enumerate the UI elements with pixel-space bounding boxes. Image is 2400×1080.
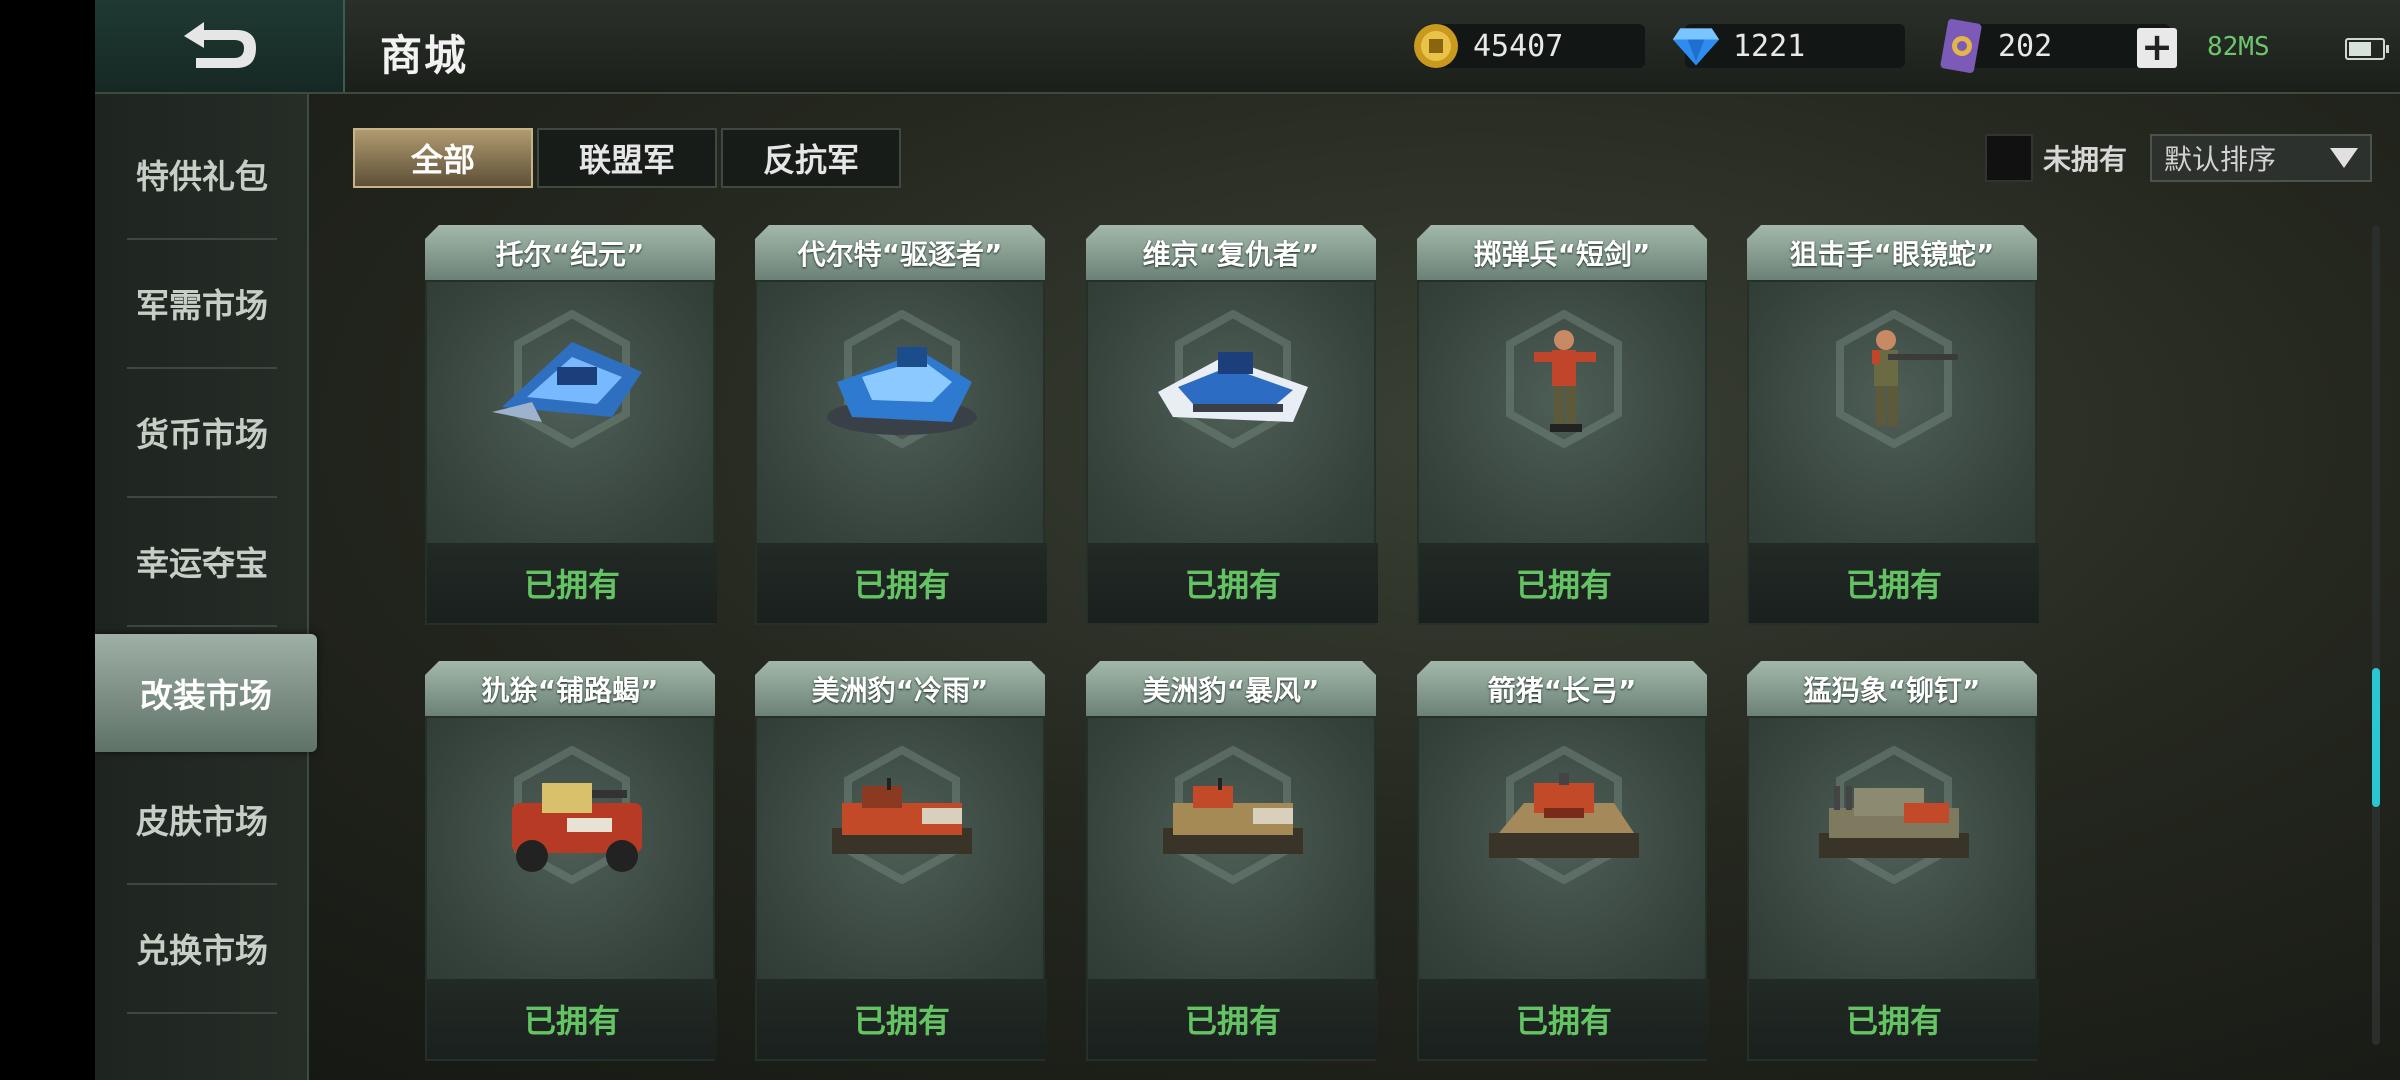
unit-name: 代尔特“驱逐者”: [755, 225, 1045, 280]
owned-status: 已拥有: [427, 543, 717, 623]
blue-jet-icon: [472, 312, 672, 452]
scrollbar-track[interactable]: [2372, 225, 2380, 1045]
red-rocket-tank-icon: [802, 748, 1002, 888]
sidebar-item-supplies-market[interactable]: 军需市场: [127, 239, 277, 369]
unit-preview: 已拥有: [425, 280, 717, 625]
not-owned-checkbox[interactable]: [1985, 134, 2033, 182]
card-ticket-icon: [1936, 19, 1986, 73]
unit-card[interactable]: 托尔“纪元” 已拥有: [425, 225, 717, 625]
sidebar-item-label: 货币市场: [136, 415, 268, 454]
unit-name: 维京“复仇者”: [1086, 225, 1376, 280]
sidebar-item-currency-market[interactable]: 货币市场: [127, 368, 277, 498]
top-bar: 商城 45407 1221 202 + 82MS: [95, 0, 2400, 94]
unit-preview: 已拥有: [1417, 716, 1709, 1061]
grenadier-soldier-icon: [1464, 312, 1664, 452]
owned-status: 已拥有: [1088, 979, 1378, 1059]
unit-card[interactable]: 猛犸象“铆钉” 已拥有: [1747, 661, 2039, 1061]
owned-status: 已拥有: [1749, 979, 2039, 1059]
sidebar: 特供礼包 军需市场 货币市场 幸运夺宝 改装市场 皮肤市场 兑换市场: [95, 94, 317, 1080]
ping-indicator: 82MS: [2207, 32, 2270, 62]
mammoth-tank-icon: [1794, 748, 1994, 888]
gold-counter: 45407: [1414, 24, 1645, 68]
sidebar-item-label: 军需市场: [136, 286, 268, 325]
sidebar-item-label: 特供礼包: [136, 157, 268, 196]
unit-preview: 已拥有: [755, 280, 1047, 625]
unit-card[interactable]: 箭猪“长弓” 已拥有: [1417, 661, 1709, 1061]
back-arrow-icon: [184, 22, 256, 68]
sidebar-item-skin-market[interactable]: 皮肤市场: [127, 755, 277, 885]
blue-boat-icon: [1133, 312, 1333, 452]
owned-status: 已拥有: [1419, 979, 1709, 1059]
card-value: 202: [1998, 28, 2053, 64]
unit-preview: 已拥有: [1086, 280, 1378, 625]
unit-card[interactable]: 犰狳“铺路蝎” 已拥有: [425, 661, 717, 1061]
unit-name: 美洲豹“冷雨”: [755, 661, 1045, 716]
owned-status: 已拥有: [757, 543, 1047, 623]
scrollbar-thumb[interactable]: [2372, 667, 2380, 808]
sidebar-item-lucky-draw[interactable]: 幸运夺宝: [127, 497, 277, 627]
unit-preview: 已拥有: [1086, 716, 1378, 1061]
not-owned-filter[interactable]: 未拥有: [1985, 134, 2127, 182]
unit-card[interactable]: 掷弹兵“短剑” 已拥有: [1417, 225, 1709, 625]
unit-name: 掷弹兵“短剑”: [1417, 225, 1707, 280]
unit-preview: 已拥有: [755, 716, 1047, 1061]
sidebar-item-exchange-market[interactable]: 兑换市场: [127, 884, 277, 1014]
sniper-soldier-icon: [1794, 312, 1994, 452]
sort-label: 默认排序: [2164, 143, 2277, 176]
unit-preview: 已拥有: [1747, 280, 2039, 625]
unit-card[interactable]: 代尔特“驱逐者” 已拥有: [755, 225, 1047, 625]
add-currency-button[interactable]: +: [2137, 28, 2177, 68]
game-screen: 商城 45407 1221 202 + 82MS 特供礼包 军需市场 货币市场: [95, 0, 2400, 1080]
unit-name: 狙击手“眼镜蛇”: [1747, 225, 2037, 280]
sidebar-item-label: 兑换市场: [136, 931, 268, 970]
tan-rocket-tank-icon: [1133, 748, 1333, 888]
tab-rebel[interactable]: 反抗军: [721, 128, 901, 188]
unit-name: 托尔“纪元”: [425, 225, 715, 280]
tab-allied[interactable]: 联盟军: [537, 128, 717, 188]
owned-status: 已拥有: [1749, 543, 2039, 623]
unit-name: 猛犸象“铆钉”: [1747, 661, 2037, 716]
unit-card[interactable]: 维京“复仇者” 已拥有: [1086, 225, 1378, 625]
faction-tabs: 全部 联盟军 反抗军: [353, 128, 905, 188]
gold-coin-icon: [1411, 21, 1461, 71]
owned-status: 已拥有: [757, 979, 1047, 1059]
unit-name: 美洲豹“暴风”: [1086, 661, 1376, 716]
unit-preview: 已拥有: [1747, 716, 2039, 1061]
unit-preview: 已拥有: [425, 716, 717, 1061]
sidebar-item-mod-market[interactable]: 改装市场: [95, 634, 317, 752]
gold-value: 45407: [1473, 28, 1564, 64]
diamond-counter: 1221: [1672, 24, 1905, 68]
red-armored-car-icon: [472, 748, 672, 888]
sort-dropdown[interactable]: 默认排序: [2150, 134, 2372, 182]
unit-preview: 已拥有: [1417, 280, 1709, 625]
battery-icon: [2345, 38, 2389, 60]
owned-status: 已拥有: [1088, 543, 1378, 623]
red-heavy-tank-icon: [1464, 748, 1664, 888]
owned-status: 已拥有: [1419, 543, 1709, 623]
back-button[interactable]: [95, 0, 345, 92]
sidebar-item-label: 改装市场: [140, 676, 272, 715]
blue-hovercraft-icon: [802, 312, 1002, 452]
sidebar-item-label: 皮肤市场: [136, 802, 268, 841]
unit-card[interactable]: 美洲豹“冷雨” 已拥有: [755, 661, 1047, 1061]
diamond-icon: [1671, 21, 1721, 71]
not-owned-label: 未拥有: [2043, 143, 2128, 176]
unit-name: 犰狳“铺路蝎”: [425, 661, 715, 716]
page-title: 商城: [380, 31, 469, 80]
unit-name: 箭猪“长弓”: [1417, 661, 1707, 716]
owned-status: 已拥有: [427, 979, 717, 1059]
unit-card[interactable]: 美洲豹“暴风” 已拥有: [1086, 661, 1378, 1061]
unit-card[interactable]: 狙击手“眼镜蛇” 已拥有: [1747, 225, 2039, 625]
tab-all[interactable]: 全部: [353, 128, 533, 188]
sidebar-item-label: 幸运夺宝: [136, 544, 268, 583]
sidebar-item-special-packs[interactable]: 特供礼包: [127, 110, 277, 240]
dropdown-arrow-icon: [2330, 148, 2358, 168]
diamond-value: 1221: [1733, 28, 1806, 64]
